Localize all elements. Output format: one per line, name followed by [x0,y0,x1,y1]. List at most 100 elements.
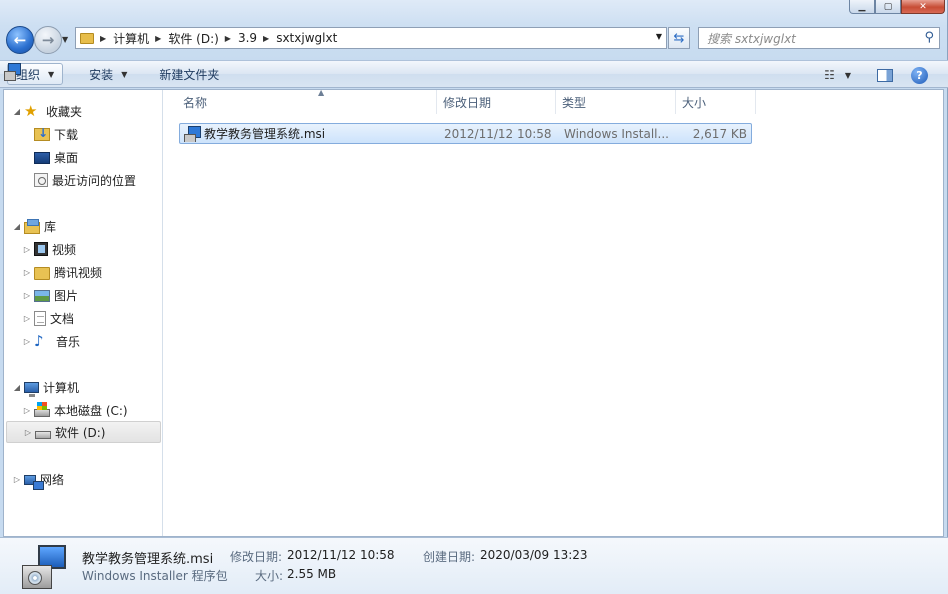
column-label: 名称 [183,95,208,110]
search-placeholder: 搜索 sxtxjwglxt [707,31,796,46]
sidebar-label: 图片 [54,288,79,303]
sidebar-label: 最近访问的位置 [52,173,137,188]
breadcrumb-computer[interactable]: 计算机 [113,30,149,47]
column-header-size[interactable]: 大小 [676,90,756,114]
view-dropdown-icon[interactable]: ▼ [845,71,851,80]
view-options-icon[interactable]: ☷ [824,68,835,82]
refresh-button[interactable]: ⇆ [668,27,690,49]
file-size: 2,617 KB [692,126,747,141]
installer-file-icon [184,126,201,142]
minimize-button[interactable]: ▁ [849,0,875,14]
sidebar-label: 文档 [50,311,75,326]
sidebar-label: 本地磁盘 (C:) [54,403,128,418]
column-label: 类型 [562,95,587,110]
new-folder-label: 新建文件夹 [159,67,220,82]
chevron-right-icon[interactable]: ▶ [225,34,231,43]
sidebar-item-tencent-video[interactable]: ▷ 腾讯视频 [22,261,102,283]
recent-places-icon [34,173,48,187]
file-list: 名称 ▲ 修改日期 类型 大小 教学教务管理系统.msi 2012/11/12 … [163,88,943,536]
details-size-label: 大小: [255,569,284,583]
collapse-arrow-icon[interactable]: ▷ [22,314,32,323]
column-header-modified[interactable]: 修改日期 [437,90,556,114]
chevron-right-icon[interactable]: ▶ [155,34,161,43]
maximize-button[interactable]: ▢ [875,0,901,14]
sidebar-item-drive-c[interactable]: ▷ 本地磁盘 (C:) [22,399,128,421]
toolbar-right: ☷ ▼ ? [824,61,948,89]
back-arrow-icon: ← [13,31,27,49]
file-type: Windows Install... [564,126,669,141]
sidebar-item-drive-d[interactable]: ▷ 软件 (D:) [6,421,161,443]
details-modified-value: 2012/11/12 10:58 [287,548,395,562]
command-bar: 组织 ▼ 安装 ▼ 新建文件夹 ☷ ▼ ? [0,60,948,88]
preview-pane-icon[interactable] [877,68,893,82]
details-created-label: 创建日期: [423,550,476,564]
music-note-icon: ♪ [34,332,44,350]
expand-arrow-icon[interactable]: ◢ [12,383,22,392]
chevron-down-icon: ▼ [121,69,128,79]
sidebar-item-computer[interactable]: ◢ 计算机 [12,376,79,398]
network-icon [24,474,44,490]
sidebar-label: 库 [44,219,57,234]
address-dropdown-icon[interactable]: ▼ [656,32,662,41]
expand-arrow-icon[interactable]: ◢ [12,222,22,231]
star-icon: ★ [24,102,38,120]
sidebar-item-pictures[interactable]: ▷ 图片 [22,284,78,306]
close-button[interactable]: ✕ [901,0,945,14]
column-header-type[interactable]: 类型 [556,90,676,114]
drive-icon [35,430,51,439]
collapse-arrow-icon[interactable]: ▷ [22,245,32,254]
search-input[interactable]: 搜索 sxtxjwglxt ⚲ [698,27,940,49]
sidebar-item-recent-places[interactable]: 最近访问的位置 [34,169,136,191]
file-row[interactable]: 教学教务管理系统.msi 2012/11/12 10:58 Windows In… [179,123,752,144]
folder-icon [80,32,94,44]
sort-ascending-icon: ▲ [318,88,325,97]
sidebar-item-documents[interactable]: ▷ 文档 [22,307,74,329]
sidebar-item-downloads[interactable]: 下载 [34,123,78,145]
downloads-folder-icon [34,126,50,141]
sidebar-item-desktop[interactable]: 桌面 [34,146,78,168]
collapse-arrow-icon[interactable]: ▷ [22,268,32,277]
address-bar[interactable]: ▶ 计算机 ▶ 软件 (D:) ▶ 3.9 ▶ sxtxjwglxt ▼ [75,27,667,49]
navigation-pane: ◢ ★ 收藏夹 下载 桌面 最近访问的位置 ◢ 库 ▷ [4,90,162,536]
chevron-right-icon[interactable]: ▶ [100,34,106,43]
install-button[interactable]: 安装 ▼ [4,63,135,85]
search-icon[interactable]: ⚲ [924,30,934,45]
recent-pages-dropdown[interactable]: ▼ [62,35,68,44]
sidebar-item-music[interactable]: ▷ ♪ 音乐 [22,330,80,352]
sidebar-label: 视频 [52,242,77,257]
file-name: 教学教务管理系统.msi [204,127,326,141]
sidebar-label: 下载 [54,127,79,142]
sidebar-label: 桌面 [54,150,79,165]
sidebar-item-favorites[interactable]: ◢ ★ 收藏夹 [12,100,82,122]
details-file-name: 教学教务管理系统.msi [82,552,214,567]
sidebar-item-libraries[interactable]: ◢ 库 [12,215,56,237]
breadcrumb-folder-sxtxjwglxt[interactable]: sxtxjwglxt [276,31,337,45]
installer-package-icon [22,545,68,591]
documents-icon [34,310,46,326]
help-icon[interactable]: ? [911,66,928,84]
back-button[interactable]: ← [6,26,34,54]
expand-arrow-icon[interactable]: ◢ [12,107,22,116]
sidebar-label: 音乐 [56,334,81,349]
new-folder-button[interactable]: 新建文件夹 [151,63,227,85]
collapse-arrow-icon[interactable]: ▷ [12,475,22,484]
sidebar-item-network[interactable]: ▷ 网络 [12,468,64,490]
installer-icon [4,63,21,81]
forward-button[interactable]: → [34,26,62,54]
refresh-icon: ⇆ [673,30,685,46]
collapse-arrow-icon[interactable]: ▷ [22,406,32,415]
collapse-arrow-icon[interactable]: ▷ [22,337,32,346]
breadcrumb-drive-d[interactable]: 软件 (D:) [168,30,218,47]
details-created-value: 2020/03/09 13:23 [480,548,588,562]
collapse-arrow-icon[interactable]: ▷ [22,291,32,300]
collapse-arrow-icon[interactable]: ▷ [23,428,33,437]
breadcrumb-folder-3-9[interactable]: 3.9 [238,31,257,45]
chevron-down-icon: ▼ [48,69,55,79]
folder-icon [34,266,50,280]
sidebar-item-videos[interactable]: ▷ 视频 [22,238,76,260]
chevron-right-icon[interactable]: ▶ [263,34,269,43]
column-header-name[interactable]: 名称 ▲ [177,88,437,114]
desktop-icon [34,152,50,164]
main-area: ◢ ★ 收藏夹 下载 桌面 最近访问的位置 ◢ 库 ▷ [3,88,944,537]
column-label: 修改日期 [443,95,492,110]
